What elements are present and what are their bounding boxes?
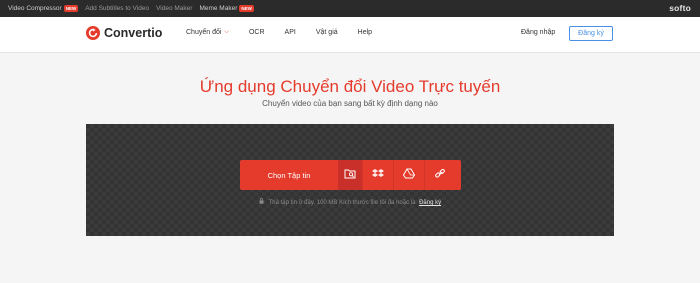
lock-icon [259,198,266,206]
dropzone-hint: Thả tập tin ở đây. 100 MB Kích thước fil… [0,198,700,206]
top-link-label[interactable]: Video Maker [156,5,192,12]
google-drive-button[interactable] [393,160,424,190]
nav-label: Chuyển đổi [186,29,222,36]
signup-link[interactable]: Đăng ký [419,200,441,206]
softo-logo[interactable]: softo [669,3,691,13]
folder-search-button[interactable] [338,160,362,190]
page-subtitle: Chuyển video của bạn sang bất kỳ định dạ… [262,99,438,108]
nav-label: API [284,29,296,36]
url-link-icon [434,166,446,184]
top-link-video-maker[interactable]: Video Maker [156,5,192,12]
url-button[interactable] [424,160,455,190]
main-nav: Chuyển đổi ⌵ OCR API Vật giá Help [186,29,392,36]
logo-text: Convertio [104,26,163,40]
nav-item-help[interactable]: Help [358,29,372,36]
login-link[interactable]: Đăng nhập [521,29,555,36]
top-link-label[interactable]: Add Subtitles to Video [85,5,149,12]
top-link-video-compressor[interactable]: Video Compressor NEW [8,5,79,12]
new-badge: NEW [63,5,79,12]
upload-bar: Chọn Tập tin [240,160,461,190]
top-links: Video Compressor NEW Add Subtitles to Vi… [0,5,261,12]
google-drive-icon [402,166,416,184]
nav-item-pricing[interactable]: Vật giá [316,29,338,36]
choose-files-button[interactable]: Chọn Tập tin [240,171,338,180]
top-link-label[interactable]: Meme Maker [199,5,237,12]
top-link-add-subtitles[interactable]: Add Subtitles to Video [85,5,149,12]
convertio-logo-icon [86,26,100,40]
nav-label: OCR [248,29,265,36]
site-header: Convertio Chuyển đổi ⌵ OCR API Vật giá H… [0,17,700,53]
page-title: Ứng dụng Chuyển đổi Video Trực tuyến [199,77,501,96]
nav-label: Vật giá [315,29,338,36]
nav-item-api[interactable]: API [285,29,296,36]
top-link-meme-maker[interactable]: Meme Maker NEW [199,5,254,12]
nav-label: Help [357,29,373,36]
convertio-logo[interactable]: Convertio [86,26,162,40]
folder-search-icon [344,166,356,184]
new-badge: NEW [239,5,254,12]
top-bar: Video Compressor NEW Add Subtitles to Vi… [0,0,700,17]
dropbox-icon [372,166,384,184]
nav-item-ocr[interactable]: OCR [249,29,265,36]
hint-text: Thả tập tin ở đây. 100 MB Kích thước fil… [268,200,416,206]
nav-item-convert[interactable]: Chuyển đổi ⌵ [186,29,229,36]
top-link-label[interactable]: Video Compressor [8,5,62,12]
signup-button[interactable]: Đăng ký [569,26,613,41]
chevron-down-icon: ⌵ [224,29,229,35]
dropbox-button[interactable] [362,160,393,190]
